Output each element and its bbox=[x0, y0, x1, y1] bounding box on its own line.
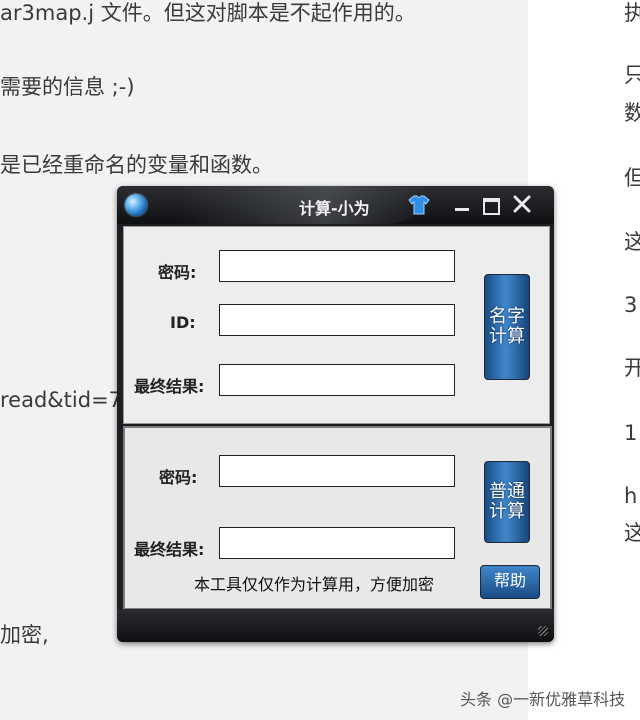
password-input-2[interactable] bbox=[219, 455, 455, 487]
article-line: ar3map.j 文件。但这对脚本是不起作用的。 bbox=[0, 1, 416, 25]
result-input[interactable] bbox=[219, 364, 455, 396]
window-title: 计算-小为 bbox=[299, 199, 370, 218]
shirt-icon[interactable] bbox=[408, 194, 430, 216]
article-right-fragment: 开 bbox=[624, 356, 640, 380]
calculator-window: 计算-小为 密码: ID: 最终结果: 名字计算 密码: 最终结果: 普通计算 … bbox=[117, 186, 554, 642]
close-icon[interactable] bbox=[512, 194, 532, 214]
normal-calc-panel: 密码: 最终结果: 普通计算 本工具仅仅作为计算用，方便加密 帮助 bbox=[123, 426, 552, 610]
article-right-fragment: h bbox=[624, 484, 638, 508]
name-calc-panel: 密码: ID: 最终结果: 名字计算 bbox=[123, 226, 550, 424]
id-input[interactable] bbox=[219, 304, 455, 336]
watermark: 头条 @一新优雅草科技 bbox=[460, 690, 626, 709]
article-right-fragment: 这 bbox=[624, 230, 640, 254]
normal-calc-button-label: 普通计算 bbox=[489, 481, 525, 522]
article-right-fragment: 3 bbox=[624, 293, 638, 317]
maximize-icon[interactable] bbox=[483, 198, 500, 215]
article-line: 加密, bbox=[0, 623, 49, 647]
result-input-2[interactable] bbox=[219, 527, 455, 559]
globe-icon bbox=[125, 194, 147, 216]
article-right-fragment: 只 bbox=[624, 63, 640, 87]
resize-grip-icon[interactable] bbox=[538, 626, 548, 636]
article-right-fragment: 执 bbox=[624, 1, 640, 25]
info-note: 本工具仅仅作为计算用，方便加密 bbox=[194, 575, 435, 594]
article-line: read&tid=79 bbox=[0, 388, 136, 412]
password-label: 密码: bbox=[158, 263, 197, 282]
id-label: ID: bbox=[170, 313, 196, 332]
title-bar[interactable]: 计算-小为 bbox=[117, 186, 554, 224]
article-right-fragment: 数 bbox=[624, 101, 640, 125]
result-label-2: 最终结果: bbox=[134, 540, 205, 559]
article-right-fragment: 1 bbox=[624, 421, 638, 445]
password-label-2: 密码: bbox=[159, 468, 198, 487]
article-line: 需要的信息 ;-) bbox=[0, 75, 135, 99]
article-right-fragment: 这 bbox=[624, 521, 640, 545]
password-input[interactable] bbox=[219, 250, 455, 282]
result-label: 最终结果: bbox=[134, 377, 205, 396]
status-bar bbox=[117, 609, 554, 642]
normal-calc-button[interactable]: 普通计算 bbox=[484, 461, 530, 543]
name-calc-button[interactable]: 名字计算 bbox=[484, 274, 530, 380]
minimize-icon[interactable] bbox=[455, 208, 469, 211]
article-line: 是已经重命名的变量和函数。 bbox=[0, 153, 273, 177]
help-button[interactable]: 帮助 bbox=[480, 565, 540, 599]
article-right-fragment: 但 bbox=[624, 166, 640, 190]
name-calc-button-label: 名字计算 bbox=[489, 306, 525, 347]
